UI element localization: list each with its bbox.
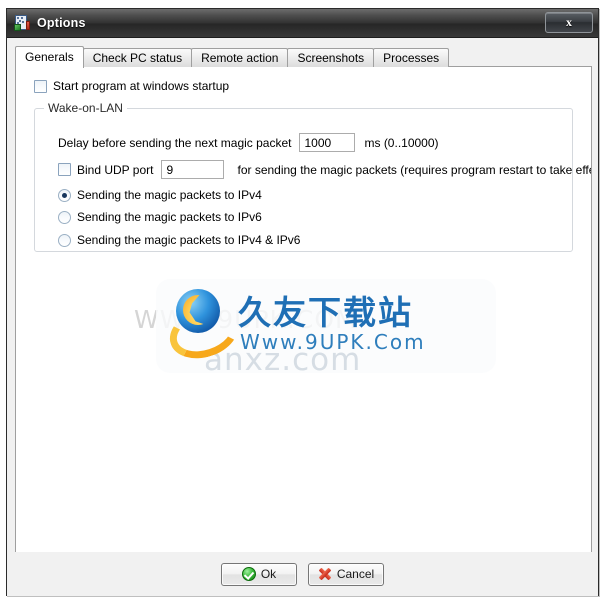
tab-generals-label: Generals bbox=[25, 50, 74, 64]
udp-port-input[interactable] bbox=[161, 160, 225, 179]
radio-ipv4[interactable] bbox=[58, 188, 71, 202]
options-app-icon bbox=[14, 15, 30, 31]
cancel-button-label: Cancel bbox=[336, 567, 375, 581]
watermark-chinese-title: 久友下载站 bbox=[238, 293, 413, 332]
delay-row: Delay before sending the next magic pack… bbox=[58, 133, 439, 152]
ok-button-label: Ok bbox=[260, 567, 277, 581]
dialog-button-bar: Ok Cancel bbox=[7, 552, 598, 596]
watermark-url: Www.9UPK.Com bbox=[240, 330, 426, 354]
title-bar: Options x bbox=[7, 9, 598, 38]
bind-udp-port-label: Bind UDP port bbox=[77, 162, 154, 177]
start-at-startup-row[interactable]: Start program at windows startup bbox=[34, 79, 229, 93]
cross-icon bbox=[318, 567, 332, 581]
tab-processes[interactable]: Processes bbox=[373, 48, 450, 67]
watermark-background-text: WWW.9UPK.COM bbox=[134, 305, 358, 334]
radio-ipv6-label: Sending the magic packets to IPv6 bbox=[77, 210, 262, 224]
close-button[interactable]: x bbox=[545, 12, 593, 33]
tab-screenshots-label: Screenshots bbox=[297, 51, 365, 65]
watermark-logo-icon bbox=[163, 287, 245, 367]
watermark: WWW.9UPK.COM anxz.com 久友下载站 Www.9UPK.Com bbox=[56, 273, 556, 383]
radio-ipv4-row[interactable]: Sending the magic packets to IPv4 bbox=[58, 188, 262, 202]
watermark-background-text2: anxz.com bbox=[204, 342, 362, 378]
delay-unit-label: ms (0..10000) bbox=[364, 135, 439, 150]
tab-generals[interactable]: Generals bbox=[15, 46, 84, 68]
ok-button[interactable]: Ok bbox=[221, 562, 297, 586]
radio-ipv4-ipv6-label: Sending the magic packets to IPv4 & IPv6 bbox=[77, 233, 301, 247]
tab-check-pc-status-label: Check PC status bbox=[92, 51, 183, 65]
bind-udp-port-suffix-label: for sending the magic packets (requires … bbox=[237, 162, 592, 177]
radio-ipv4-ipv6-row[interactable]: Sending the magic packets to IPv4 & IPv6 bbox=[58, 233, 300, 247]
generals-tab-panel: Start program at windows startup Wake-on… bbox=[15, 66, 592, 582]
check-circle-icon bbox=[241, 567, 256, 581]
radio-ipv6-row[interactable]: Sending the magic packets to IPv6 bbox=[58, 210, 262, 224]
watermark-card bbox=[156, 279, 496, 373]
wake-on-lan-group-title: Wake-on-LAN bbox=[44, 101, 127, 115]
tab-processes-label: Processes bbox=[383, 51, 440, 65]
radio-ipv4-label: Sending the magic packets to IPv4 bbox=[77, 188, 262, 202]
window-title: Options bbox=[37, 16, 86, 30]
delay-label: Delay before sending the next magic pack… bbox=[58, 135, 292, 150]
tab-check-pc-status[interactable]: Check PC status bbox=[82, 48, 193, 67]
bind-udp-port-checkbox[interactable] bbox=[58, 163, 71, 176]
wake-on-lan-group: Wake-on-LAN Delay before sending the nex… bbox=[34, 101, 591, 252]
cancel-button[interactable]: Cancel bbox=[308, 562, 384, 586]
close-icon: x bbox=[566, 15, 572, 29]
tab-remote-action[interactable]: Remote action bbox=[191, 48, 289, 67]
delay-input[interactable] bbox=[299, 133, 356, 152]
radio-ipv6[interactable] bbox=[58, 210, 71, 224]
tab-remote-action-label: Remote action bbox=[201, 51, 279, 65]
start-at-startup-label: Start program at windows startup bbox=[53, 79, 230, 93]
tab-strip: Generals Check PC status Remote action S… bbox=[15, 46, 590, 68]
bind-udp-port-row: Bind UDP port for sending the magic pack… bbox=[58, 160, 592, 179]
tab-screenshots[interactable]: Screenshots bbox=[287, 48, 375, 67]
start-at-startup-checkbox[interactable] bbox=[34, 79, 47, 93]
window-body: Generals Check PC status Remote action S… bbox=[7, 38, 598, 596]
radio-ipv4-ipv6[interactable] bbox=[58, 233, 71, 247]
options-window: Options x Generals Check PC status Remot… bbox=[6, 8, 599, 596]
